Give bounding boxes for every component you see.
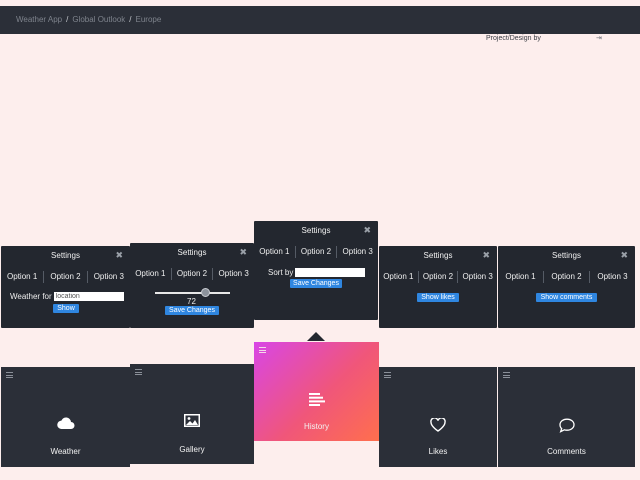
tile-label: History — [304, 422, 329, 431]
options-row: Option 1 Option 2 Option 3 — [130, 268, 254, 280]
show-comments-button[interactable]: Show comments — [536, 293, 597, 302]
settings-panel-gallery: Settings ✖ Option 1 Option 2 Option 3 72… — [130, 243, 254, 328]
option-1[interactable]: Option 1 — [130, 268, 171, 280]
tile-weather[interactable]: Weather — [1, 367, 130, 467]
menu-icon[interactable] — [503, 372, 510, 380]
option-1[interactable]: Option 1 — [254, 246, 295, 258]
settings-panel-weather: Settings ✖ Option 1 Option 2 Option 3 We… — [1, 246, 130, 328]
option-3[interactable]: Option 3 — [212, 268, 254, 280]
tile-likes[interactable]: Likes — [379, 367, 497, 467]
chat-bubble-icon — [558, 418, 575, 433]
option-3[interactable]: Option 3 — [86, 271, 130, 283]
panel-title: Settings — [552, 251, 581, 260]
options-row: Option 1 Option 2 Option 3 — [1, 271, 130, 283]
option-1[interactable]: Option 1 — [1, 271, 43, 283]
option-3[interactable]: Option 3 — [589, 271, 635, 283]
breadcrumb-item-europe[interactable]: Europe — [136, 15, 162, 24]
tile-label: Gallery — [179, 445, 205, 454]
option-3[interactable]: Option 3 — [336, 246, 378, 258]
panel-title: Settings — [423, 251, 453, 260]
option-2[interactable]: Option 2 — [543, 271, 589, 283]
option-1[interactable]: Option 1 — [498, 271, 543, 283]
image-icon — [184, 414, 200, 427]
breadcrumb-item-weather-app[interactable]: Weather App — [16, 15, 62, 24]
slider-track[interactable] — [155, 292, 230, 294]
option-2[interactable]: Option 2 — [294, 246, 337, 258]
panel-pointer — [307, 332, 325, 341]
close-icon[interactable]: ✖ — [239, 247, 247, 258]
menu-icon[interactable] — [135, 369, 142, 377]
heart-icon — [430, 418, 446, 432]
breadcrumb-separator: / — [66, 15, 69, 24]
breadcrumb: Weather App / Global Outlook / Europe — [16, 15, 161, 24]
tile-label: Comments — [547, 447, 586, 456]
save-changes-button[interactable]: Save Changes — [290, 279, 342, 288]
weather-for-label: Weather for — [10, 292, 52, 301]
option-2[interactable]: Option 2 — [43, 271, 86, 283]
options-row: Option 1 Option 2 Option 3 — [254, 246, 378, 258]
breadcrumb-separator: / — [129, 15, 132, 24]
close-icon[interactable]: ✖ — [115, 250, 123, 261]
top-bar: Weather App / Global Outlook / Europe — [0, 6, 640, 34]
show-likes-button[interactable]: Show likes — [417, 293, 459, 302]
cloud-icon — [56, 417, 74, 429]
breadcrumb-item-global-outlook[interactable]: Global Outlook — [72, 15, 125, 24]
slider-value: 72 — [187, 297, 196, 306]
tile-gallery[interactable]: Gallery — [130, 364, 254, 464]
sort-by-input[interactable] — [295, 268, 366, 277]
close-icon[interactable]: ✖ — [620, 250, 628, 261]
slider-handle[interactable] — [201, 288, 210, 297]
option-2[interactable]: Option 2 — [417, 271, 458, 283]
menu-icon[interactable] — [6, 372, 13, 380]
option-2[interactable]: Option 2 — [170, 268, 213, 280]
design-credit: Project/Design by — [486, 35, 541, 42]
save-changes-button[interactable]: Save Changes — [165, 306, 219, 315]
option-1[interactable]: Option 1 — [379, 271, 418, 283]
panel-title: Settings — [51, 251, 80, 260]
close-icon[interactable]: ✖ — [363, 225, 371, 236]
option-3[interactable]: Option 3 — [457, 271, 497, 283]
options-row: Option 1 Option 2 Option 3 — [498, 271, 635, 283]
settings-panel-comments: Settings ✖ Option 1 Option 2 Option 3 Sh… — [498, 246, 635, 328]
credit-link-icon[interactable]: ⇥ — [596, 34, 602, 42]
panel-title: Settings — [177, 248, 207, 257]
close-icon[interactable]: ✖ — [482, 250, 490, 261]
menu-icon[interactable] — [259, 347, 266, 355]
panel-title: Settings — [301, 226, 331, 235]
tile-comments[interactable]: Comments — [498, 367, 635, 467]
options-row: Option 1 Option 2 Option 3 — [379, 271, 497, 283]
tile-label: Likes — [428, 447, 448, 456]
location-input[interactable] — [53, 292, 124, 301]
sort-by-label: Sort by — [268, 268, 294, 277]
settings-panel-likes: Settings ✖ Option 1 Option 2 Option 3 Sh… — [379, 246, 497, 328]
list-icon — [308, 393, 325, 406]
show-button[interactable]: Show — [53, 304, 79, 313]
settings-panel-history: Settings ✖ Option 1 Option 2 Option 3 So… — [254, 221, 378, 320]
weather-for-row: Weather for — [10, 292, 124, 301]
sort-by-row: Sort by — [268, 268, 366, 277]
menu-icon[interactable] — [384, 372, 391, 380]
tile-history[interactable]: History — [254, 342, 379, 441]
tile-label: Weather — [50, 447, 81, 456]
